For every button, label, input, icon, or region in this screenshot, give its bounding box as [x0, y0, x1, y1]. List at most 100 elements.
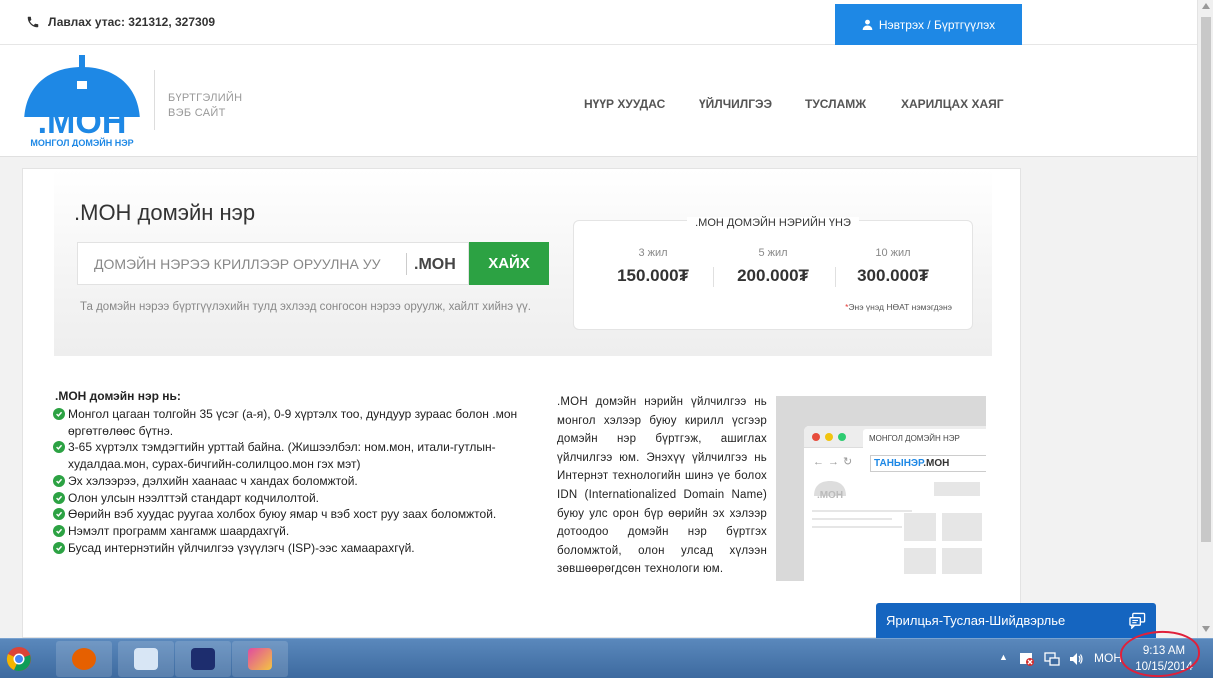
- check-icon: [53, 541, 65, 554]
- nav-services[interactable]: ҮЙЛЧИЛГЭЭ: [699, 97, 772, 111]
- placeholder-block: [942, 513, 982, 541]
- browser-mockup: МОНГОЛ ДОМЭЙН НЭР ←→↻ ТАНЫНЭР.МОН .МОН: [804, 426, 986, 581]
- placeholder-block: [904, 548, 936, 574]
- vat-note-text: Энэ үнэд НӨАТ нэмэгдэнэ: [848, 302, 952, 312]
- placeholder-block: [942, 548, 982, 574]
- main-content-card: .МОН домэйн нэр .МОН ХАЙХ Та домэйн нэрэ…: [22, 168, 1021, 638]
- language-indicator[interactable]: МОН: [1094, 651, 1122, 665]
- domain-search-input[interactable]: [78, 243, 404, 284]
- search-box: .МОН: [77, 242, 469, 285]
- paint-icon: [248, 648, 272, 670]
- url-suffix: .МОН: [923, 458, 950, 469]
- feature-item: 3-65 хүртэлх тэмдэгтийн урттай байна. (Ж…: [53, 439, 523, 472]
- windows-taskbar: ▲ МОН 9:13 AM 10/15/2014: [0, 638, 1213, 678]
- app-icon: [191, 648, 215, 670]
- phone-info: Лавлах утас: 321312, 327309: [26, 15, 215, 29]
- taskbar-chrome[interactable]: [0, 641, 56, 677]
- nav-home[interactable]: НҮҮР ХУУДАС: [584, 97, 665, 111]
- price-10-years: 10 жил 300.000₮: [838, 247, 948, 286]
- phone-icon: [27, 16, 39, 28]
- chat-widget[interactable]: Ярилцья-Туслая-Шийдвэрлье: [876, 603, 1156, 638]
- taskbar-firefox[interactable]: [56, 641, 112, 677]
- feature-text: Нэмэлт программ хангамж шаардахгүй.: [68, 523, 290, 538]
- top-bar: Лавлах утас: 321312, 327309 Нэвтрэх / Бү…: [0, 0, 1197, 45]
- logo-subtitle-line2: ВЭБ САЙТ: [168, 107, 226, 119]
- mail-icon: [134, 648, 158, 670]
- taskbar-mail[interactable]: [118, 641, 174, 677]
- chat-bubble-icon: [1129, 612, 1146, 629]
- minimize-dot-icon: [825, 433, 833, 441]
- login-register-label: Нэвтрэх / Бүртгүүлэх: [878, 17, 996, 32]
- placeholder-line: [812, 526, 902, 528]
- price-period: 3 жил: [638, 247, 668, 259]
- chrome-icon: [6, 647, 31, 671]
- search-hint: Та домэйн нэрээ бүртгүүлэхийн тулд эхлээ…: [80, 301, 531, 313]
- browser-nav-icons: ←→↻: [813, 456, 857, 468]
- domain-search-panel: .МОН домэйн нэр .МОН ХАЙХ Та домэйн нэрэ…: [54, 169, 992, 356]
- taskbar-paint[interactable]: [232, 641, 288, 677]
- mini-mon-logo: .МОН: [814, 481, 846, 501]
- price-period: 10 жил: [875, 247, 911, 259]
- domain-extension: .МОН: [414, 256, 456, 273]
- logo-divider: [154, 70, 155, 130]
- feature-text: Монгол цагаан толгойн 35 үсэг (а-я), 0-9…: [68, 407, 518, 438]
- search-button[interactable]: ХАЙХ: [469, 242, 549, 285]
- check-icon: [53, 524, 65, 537]
- feature-item: Бусад интернэтийн үйлчилгээ үзүүлэгч (IS…: [53, 540, 523, 557]
- action-center-icon[interactable]: [1019, 651, 1035, 667]
- user-icon: [862, 19, 873, 30]
- url-highlight: ТАНЫНЭР: [874, 458, 924, 469]
- price-value: 200.000₮: [737, 266, 809, 285]
- mini-logo-text: .МОН: [817, 490, 843, 501]
- login-register-button[interactable]: Нэвтрэх / Бүртгүүлэх: [835, 4, 1022, 45]
- volume-icon[interactable]: [1068, 651, 1084, 667]
- feature-text: Олон улсын нээлттэй стандарт кодчилолтой…: [68, 490, 320, 505]
- price-3-years: 3 жил 150.000₮: [598, 247, 708, 286]
- svg-text:МОНГОЛ ДОМЭЙН НЭР: МОНГОЛ ДОМЭЙН НЭР: [30, 137, 133, 147]
- vertical-scrollbar[interactable]: [1197, 0, 1213, 638]
- price-title-text: .МОН ДОМЭЙН НЭРИЙН ҮНЭ: [687, 217, 859, 229]
- feature-item: Олон улсын нээлттэй стандарт кодчилолтой…: [53, 490, 523, 507]
- browser-tab: МОНГОЛ ДОМЭЙН НЭР: [863, 429, 986, 448]
- service-description: .МОН домэйн нэрийн үйлчилгээ нь монгол х…: [557, 396, 767, 576]
- firefox-icon: [72, 648, 96, 670]
- check-icon: [53, 474, 65, 487]
- feature-item: Нэмэлт программ хангамж шаардахгүй.: [53, 523, 523, 540]
- scroll-down-arrow-icon[interactable]: [1202, 626, 1210, 632]
- mon-logo[interactable]: .МОН МОНГОЛ ДОМЭЙН НЭР: [20, 55, 148, 147]
- search-divider: [406, 253, 407, 275]
- taskbar-app[interactable]: [175, 641, 231, 677]
- price-5-years: 5 жил 200.000₮: [718, 247, 828, 286]
- nav-contact[interactable]: ХАРИЛЦАХ ХАЯГ: [901, 97, 1004, 111]
- maximize-dot-icon: [838, 433, 846, 441]
- placeholder-block: [934, 482, 980, 496]
- feature-text: 3-65 хүртэлх тэмдэгтийн урттай байна. (Ж…: [68, 440, 496, 472]
- check-icon: [53, 408, 65, 420]
- svg-text:.МОН: .МОН: [38, 103, 127, 141]
- browser-url: ТАНЫНЭР.МОН: [870, 455, 986, 472]
- vat-note: *Энэ үнэд НӨАТ нэмэгдэнэ: [845, 302, 952, 312]
- price-separator: [835, 267, 836, 287]
- logo-subtitle: БҮРТГЭЛИЙН ВЭБ САЙТ: [168, 91, 242, 121]
- close-dot-icon: [812, 433, 820, 441]
- site-header: .МОН МОНГОЛ ДОМЭЙН НЭР БҮРТГЭЛИЙН ВЭБ СА…: [0, 45, 1197, 157]
- feature-item: Монгол цагаан толгойн 35 үсэг (а-я), 0-9…: [53, 406, 523, 439]
- price-period: 5 жил: [758, 247, 788, 259]
- check-icon: [53, 441, 65, 454]
- feature-text: Өөрийн вэб хуудас руугаа холбох буюу яма…: [68, 507, 497, 522]
- features-list: Монгол цагаан толгойн 35 үсэг (а-я), 0-9…: [53, 406, 523, 556]
- chat-label: Ярилцья-Туслая-Шийдвэрлье: [886, 613, 1066, 628]
- scroll-up-arrow-icon[interactable]: [1202, 3, 1210, 9]
- search-title: .МОН домэйн нэр: [74, 200, 256, 225]
- scroll-thumb[interactable]: [1201, 17, 1211, 542]
- network-icon[interactable]: [1044, 651, 1060, 667]
- nav-help[interactable]: ТУСЛАМЖ: [805, 97, 866, 111]
- feature-item: Өөрийн вэб хуудас руугаа холбох буюу яма…: [53, 506, 523, 523]
- price-value: 300.000₮: [857, 266, 929, 285]
- tray-expand-icon[interactable]: ▲: [999, 652, 1008, 662]
- placeholder-line: [812, 518, 892, 520]
- features-title: .МОН домэйн нэр нь:: [55, 389, 181, 403]
- feature-text: Эх хэлээрээ, дэлхийн хаанаас ч хандах бо…: [68, 473, 358, 488]
- price-box: .МОН ДОМЭЙН НЭРИЙН ҮНЭ 3 жил 150.000₮ 5 …: [573, 217, 973, 330]
- logo-subtitle-line1: БҮРТГЭЛИЙН: [168, 92, 243, 104]
